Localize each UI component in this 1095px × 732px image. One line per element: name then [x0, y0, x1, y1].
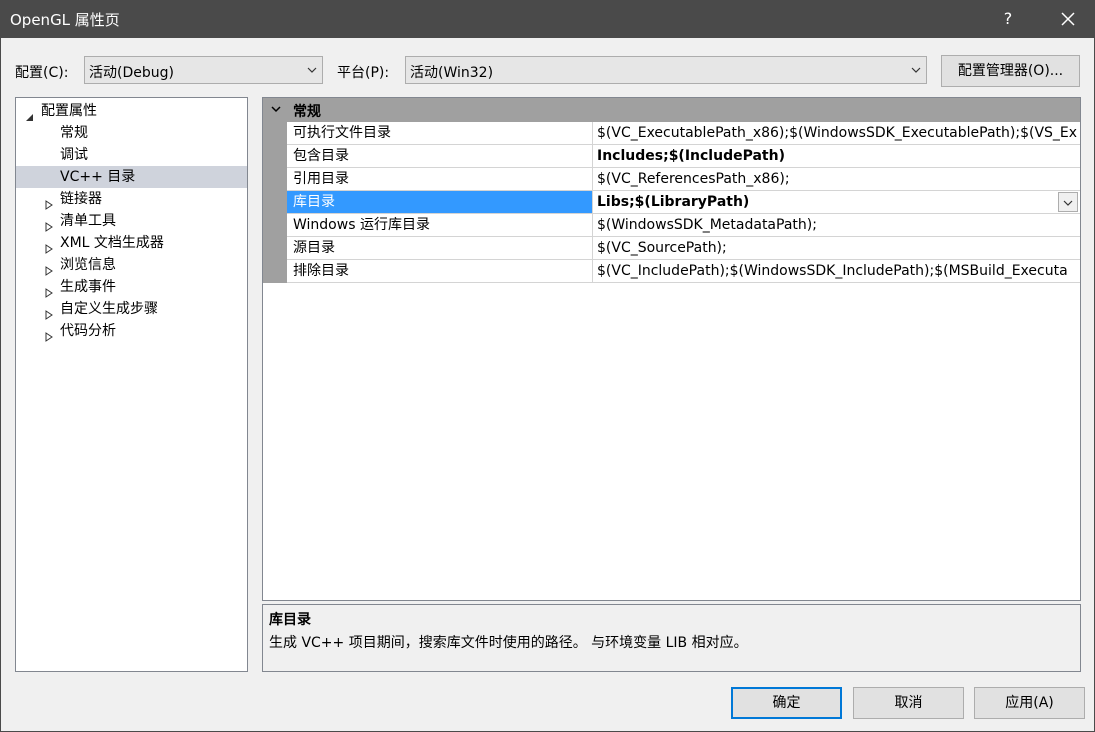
- tree-item-label: 链接器: [60, 191, 102, 207]
- property-row[interactable]: 排除目录 $(VC_IncludePath);$(WindowsSDK_Inclu…: [287, 260, 1080, 283]
- config-select-value: 活动(Debug): [89, 65, 174, 81]
- tree-root-label: 配置属性: [41, 103, 97, 119]
- tree-item[interactable]: XML 文档生成器: [16, 232, 247, 254]
- tree-item[interactable]: 自定义生成步骤: [16, 298, 247, 320]
- property-grid: 常规 可执行文件目录 $(VC_ExecutablePath_x86);$(Win…: [262, 97, 1081, 601]
- tree-item[interactable]: 调试: [16, 144, 247, 166]
- chevron-down-icon: [307, 67, 317, 73]
- title-bar: OpenGL 属性页 ?: [0, 0, 1095, 38]
- ok-button[interactable]: 确定: [731, 687, 842, 719]
- property-row[interactable]: 源目录 $(VC_SourcePath);: [287, 237, 1080, 260]
- expand-triangle-icon[interactable]: [44, 326, 54, 348]
- close-button[interactable]: [1050, 6, 1086, 32]
- property-row[interactable]: 可执行文件目录 $(VC_ExecutablePath_x86);$(Window…: [287, 122, 1080, 145]
- property-value[interactable]: $(VC_ExecutablePath_x86);$(WindowsSDK_Ex…: [593, 122, 1080, 144]
- tree-item-label: 生成事件: [60, 279, 116, 295]
- property-value[interactable]: $(VC_IncludePath);$(WindowsSDK_IncludePa…: [593, 260, 1080, 282]
- tree-item-label: 浏览信息: [60, 257, 116, 273]
- tree-item-label: 自定义生成步骤: [60, 301, 158, 317]
- tree-item-label: XML 文档生成器: [60, 235, 164, 251]
- property-value[interactable]: $(VC_ReferencesPath_x86);: [593, 168, 1080, 190]
- property-name[interactable]: 源目录: [287, 237, 593, 259]
- description-title: 库目录: [269, 612, 311, 628]
- tree-item[interactable]: 浏览信息: [16, 254, 247, 276]
- property-value[interactable]: $(WindowsSDK_MetadataPath);: [593, 214, 1080, 236]
- property-row[interactable]: Windows 运行库目录 $(WindowsSDK_MetadataPath);: [287, 214, 1080, 237]
- apply-button[interactable]: 应用(A): [974, 687, 1085, 719]
- chevron-down-icon: [911, 67, 921, 73]
- description-text: 生成 VC++ 项目期间，搜索库文件时使用的路径。 与环境变量 LIB 相对应。: [269, 635, 748, 651]
- grid-gutter: [263, 122, 287, 283]
- config-select[interactable]: 活动(Debug): [84, 56, 323, 84]
- help-button[interactable]: ?: [990, 6, 1026, 32]
- grid-section-title: 常规: [293, 104, 321, 120]
- tree-item-label: 常规: [60, 125, 88, 141]
- property-name[interactable]: 可执行文件目录: [287, 122, 593, 144]
- grid-section-header[interactable]: 常规: [263, 98, 1080, 122]
- property-name[interactable]: 排除目录: [287, 260, 593, 282]
- platform-select-value: 活动(Win32): [410, 65, 494, 81]
- property-name[interactable]: 引用目录: [287, 168, 593, 190]
- tree-item-label: 清单工具: [60, 213, 116, 229]
- description-panel: 库目录 生成 VC++ 项目期间，搜索库文件时使用的路径。 与环境变量 LIB …: [262, 604, 1081, 672]
- tree-item[interactable]: VC++ 目录: [16, 166, 247, 188]
- platform-select[interactable]: 活动(Win32): [405, 56, 927, 84]
- tree-item-label: VC++ 目录: [60, 169, 136, 185]
- cancel-button[interactable]: 取消: [853, 687, 964, 719]
- window-title: OpenGL 属性页: [10, 11, 120, 29]
- value-dropdown-button[interactable]: [1058, 192, 1078, 212]
- property-value[interactable]: $(VC_SourcePath);: [593, 237, 1080, 259]
- config-label: 配置(C):: [15, 65, 69, 81]
- property-value[interactable]: Includes;$(IncludePath): [593, 145, 1080, 167]
- tree-item[interactable]: 常规: [16, 122, 247, 144]
- config-manager-button[interactable]: 配置管理器(O)...: [941, 55, 1080, 87]
- tree-item[interactable]: 清单工具: [16, 210, 247, 232]
- tree-item[interactable]: 代码分析: [16, 320, 247, 342]
- property-name[interactable]: Windows 运行库目录: [287, 214, 593, 236]
- chevron-down-icon: [1063, 200, 1073, 206]
- tree-item-label: 调试: [60, 147, 88, 163]
- tree-item-label: 代码分析: [60, 323, 116, 339]
- tree-item[interactable]: 生成事件: [16, 276, 247, 298]
- property-name[interactable]: 库目录: [287, 191, 593, 213]
- property-row[interactable]: 包含目录 Includes;$(IncludePath): [287, 145, 1080, 168]
- property-tree: 配置属性 常规调试 VC++ 目录 链接器清单工具 XML 文档生成器 浏览信息生成事件…: [15, 97, 248, 672]
- property-row[interactable]: 引用目录 $(VC_ReferencesPath_x86);: [287, 168, 1080, 191]
- property-row[interactable]: 库目录 Libs;$(LibraryPath): [287, 191, 1080, 214]
- property-value[interactable]: Libs;$(LibraryPath): [593, 191, 1080, 213]
- tree-item[interactable]: 链接器: [16, 188, 247, 210]
- chevron-down-icon[interactable]: [269, 102, 283, 116]
- tree-root-config-properties[interactable]: 配置属性: [16, 100, 247, 122]
- platform-label: 平台(P):: [337, 65, 390, 81]
- close-icon: [1061, 12, 1075, 26]
- property-name[interactable]: 包含目录: [287, 145, 593, 167]
